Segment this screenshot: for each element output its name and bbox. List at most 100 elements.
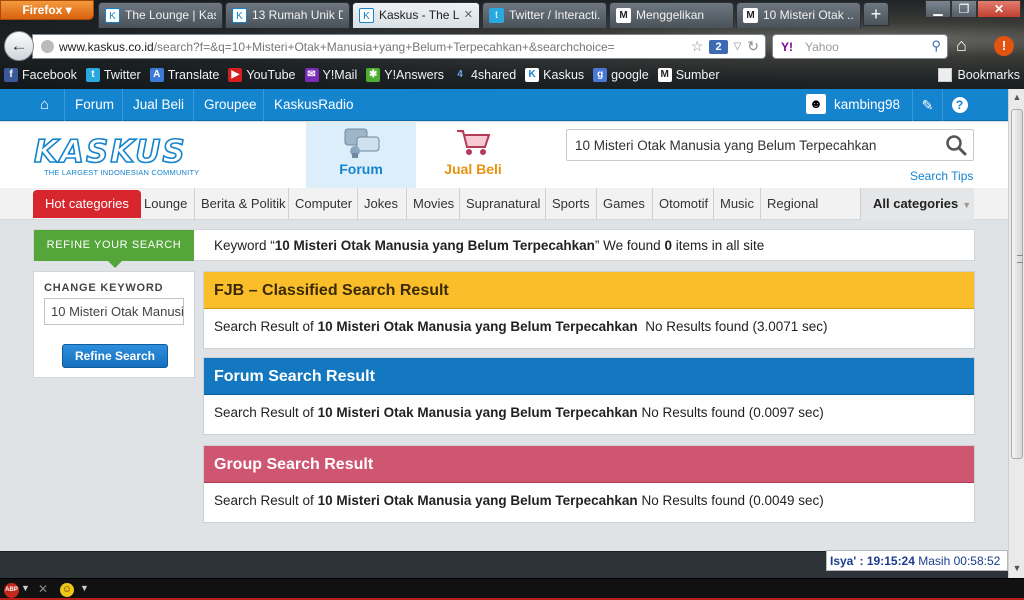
history-dropdown-icon[interactable]: ▽ [734, 41, 742, 52]
all-categories-dropdown[interactable]: All categories ▼ [860, 188, 974, 220]
minimize-button[interactable]: ▁ [925, 0, 951, 18]
scrollbar-thumb[interactable] [1011, 109, 1023, 459]
site-search-input[interactable]: 10 Misteri Otak Manusia yang Belum Terpe… [566, 129, 974, 161]
bookmark-item[interactable]: ▶ YouTube [228, 68, 296, 82]
yahoo-icon[interactable]: Y! [781, 40, 793, 54]
site-search-value: 10 Misteri Otak Manusia yang Belum Terpe… [575, 138, 877, 153]
avatar: ☻ [806, 94, 826, 114]
scroll-down-icon[interactable]: ▼ [1011, 563, 1023, 575]
change-keyword-panel: CHANGE KEYWORD 10 Misteri Otak Manusia y… [33, 271, 195, 378]
bookmark-item[interactable]: ✱ Y!Answers [366, 68, 444, 82]
keyword-summary: Keyword “10 Misteri Otak Manusia yang Be… [214, 238, 764, 253]
result-status: No Results found (0.0097 sec) [637, 405, 824, 420]
close-icon[interactable]: ✕ [38, 582, 48, 596]
bookmark-item[interactable]: M Sumber [657, 68, 720, 82]
edit-pencil-icon[interactable]: ✎ [912, 89, 942, 121]
refine-search-button[interactable]: Refine Search [62, 344, 168, 368]
found-suffix: items in all site [671, 238, 765, 253]
category-item[interactable]: Movies [406, 188, 460, 220]
hot-categories-label[interactable]: Hot categories [33, 190, 141, 218]
category-item[interactable]: Supranatural [459, 188, 546, 220]
browser-tab[interactable]: K The Lounge | Kas... [98, 2, 223, 28]
result-status: No Results found (3.0071 sec) [637, 319, 828, 334]
kaskus-logo[interactable]: KASKUS THE LARGEST INDONESIAN COMMUNITY [33, 135, 199, 177]
help-button[interactable]: ? [942, 89, 976, 121]
browser-tab[interactable]: K 13 Rumah Unik D... [225, 2, 350, 28]
url-host: www.kaskus.co.id [59, 40, 154, 54]
site-top-nav: ⌂ Forum Jual Beli Groupee KaskusRadio ☻ … [0, 89, 1008, 121]
nav-forum[interactable]: Forum [64, 89, 124, 121]
bookmark-label: Kaskus [543, 68, 585, 82]
bookmark-item[interactable]: g google [593, 68, 649, 82]
search-tips-link[interactable]: Search Tips [910, 169, 973, 183]
bookmark-label: google [611, 68, 649, 82]
browser-tab[interactable]: M 10 Misteri Otak ... [736, 2, 861, 28]
adblock-icon[interactable]: ABP [4, 583, 19, 598]
gmail-icon: M [616, 8, 631, 23]
bookmarks-menu-label: Bookmarks [957, 68, 1020, 82]
url-bar[interactable]: www.kaskus.co.id/search?f=&q=10+Misteri+… [32, 34, 766, 59]
tab-strip: K The Lounge | Kas... K 13 Rumah Unik D.… [98, 2, 889, 28]
alert-icon[interactable]: ! [994, 36, 1014, 56]
refine-your-search-tab[interactable]: REFINE YOUR SEARCH [34, 230, 194, 268]
result-body: Search Result of 10 Misteri Otak Manusia… [204, 483, 974, 508]
result-prefix: Search Result of [214, 319, 318, 334]
scroll-up-icon[interactable]: ▲ [1011, 92, 1023, 104]
bookmark-item[interactable]: A Translate [149, 68, 220, 82]
close-tab-icon[interactable]: ✕ [464, 8, 473, 21]
bookmark-item[interactable]: 4 4shared [453, 68, 516, 82]
category-item[interactable]: Games [596, 188, 651, 220]
search-icon[interactable]: ⚲ [931, 38, 941, 54]
nav-kaskusradio[interactable]: KaskusRadio [263, 89, 364, 121]
close-window-button[interactable]: ✕ [977, 0, 1021, 18]
category-item[interactable]: Sports [545, 188, 596, 220]
result-title: FJB – Classified Search Result [204, 272, 974, 309]
browser-tab-active[interactable]: K Kaskus - The L... ✕ [352, 2, 480, 28]
browser-tab[interactable]: M Menggelikan [609, 2, 734, 28]
web-search-box[interactable]: Y! Yahoo ⚲ [772, 34, 948, 59]
bookmarks-icon [938, 68, 953, 82]
chevron-down-icon[interactable]: ▼ [21, 583, 30, 593]
nav-jual-beli[interactable]: Jual Beli [122, 89, 194, 121]
category-item[interactable]: Berita & Politik [194, 188, 292, 220]
firefox-menu-button[interactable]: Firefox ▾ [0, 0, 94, 20]
browser-tab[interactable]: t Twitter / Interacti... [482, 2, 607, 28]
home-icon[interactable]: ⌂ [956, 35, 967, 56]
bookmark-item[interactable]: ✉ Y!Mail [304, 68, 357, 82]
bookmark-star-icon[interactable]: ☆ [691, 38, 704, 55]
header-tab-forum[interactable]: Forum [306, 122, 416, 188]
bookmark-item[interactable]: t Twitter [85, 68, 141, 82]
site-identity-icon[interactable] [41, 40, 54, 53]
chevron-down-icon: ▼ [962, 200, 972, 210]
nav-groupee[interactable]: Groupee [193, 89, 267, 121]
category-item[interactable]: Lounge [138, 188, 193, 220]
bookmark-label: Translate [167, 68, 220, 82]
smiley-icon[interactable]: ☺ [60, 583, 74, 597]
kaskus-icon: K [232, 8, 247, 23]
chevron-down-icon[interactable]: ▼ [80, 583, 89, 593]
new-tab-button[interactable]: + [863, 2, 889, 26]
tab-label: Menggelikan [636, 8, 705, 22]
category-item[interactable]: Regional [760, 188, 824, 220]
facebook-icon: f [4, 68, 18, 82]
grip-icon [1017, 255, 1023, 263]
user-menu[interactable]: ☻ kambing98 [806, 94, 900, 114]
search-icon[interactable] [945, 134, 967, 156]
bookmark-item[interactable]: f Facebook [4, 68, 77, 82]
category-item[interactable]: Otomotif [652, 188, 714, 220]
home-icon[interactable]: ⌂ [40, 96, 58, 114]
maximize-button[interactable]: ❐ [951, 0, 977, 18]
bookmark-label: Sumber [675, 68, 720, 82]
bookmark-item[interactable]: K Kaskus [525, 68, 584, 82]
url-badge[interactable]: 2 [709, 39, 728, 54]
category-item[interactable]: Jokes [357, 188, 404, 220]
reload-icon[interactable]: ↻ [747, 38, 759, 55]
bookmark-label: YouTube [246, 68, 296, 82]
keyword-input[interactable]: 10 Misteri Otak Manusia yang Belum Terpe… [44, 298, 184, 325]
vertical-scrollbar[interactable]: ▲ ▼ [1008, 89, 1024, 578]
bookmarks-menu-button[interactable]: Bookmarks [938, 68, 1020, 82]
category-item[interactable]: Computer [288, 188, 358, 220]
back-button[interactable]: ← [4, 31, 34, 61]
category-item[interactable]: Music [713, 188, 760, 220]
header-tab-jual-beli[interactable]: Jual Beli [418, 122, 528, 188]
